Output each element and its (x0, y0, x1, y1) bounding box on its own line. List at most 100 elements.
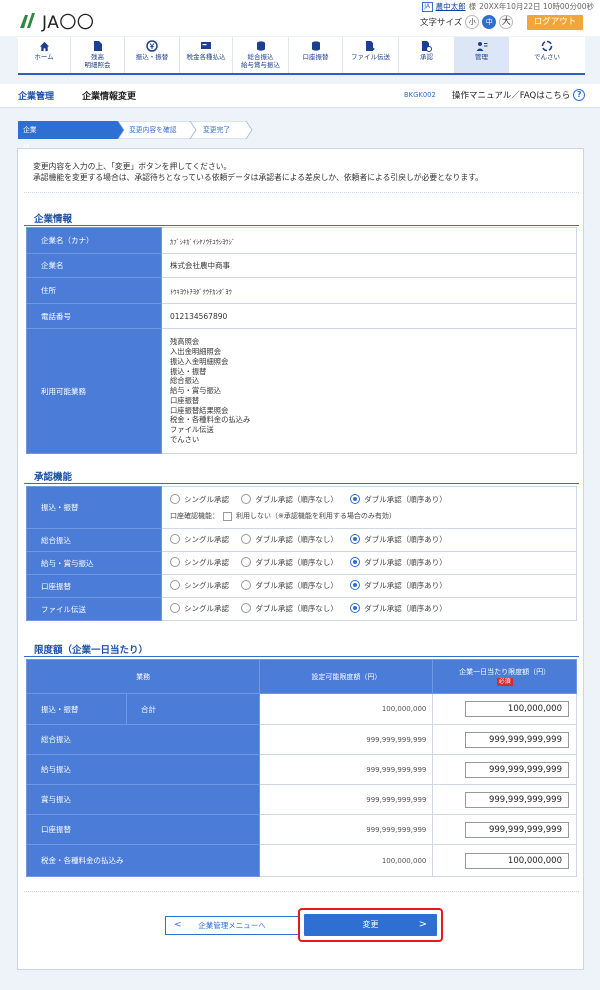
nav-label: 税金各種払込 (186, 53, 226, 61)
radio-circle (170, 494, 180, 505)
service-item: 総合振込 (170, 376, 200, 386)
radio-single[interactable]: シングル承認 (170, 603, 229, 614)
radio-single[interactable]: シングル承認 (170, 580, 229, 591)
max-amount: 999,999,999,999 (259, 724, 434, 755)
approval-options: シングル承認 ダブル承認（順序なし） ダブル承認（順序あり） (161, 574, 577, 598)
table-row: 総合振込 シングル承認 ダブル承認（順序なし） ダブル承認（順序あり） (26, 528, 577, 552)
approval-options: シングル承認 ダブル承認（順序なし） ダブル承認（順序あり） 口座確認機能： 利… (161, 486, 577, 529)
radio-double-ordered[interactable]: ダブル承認（順序あり） (350, 494, 447, 505)
radio-circle (170, 534, 180, 545)
chevron-right-icon: > (418, 919, 427, 930)
nav-debit[interactable]: 口座振替 (289, 37, 343, 73)
nav-label: 振込・振替 (135, 53, 169, 61)
table-row: 税金・各種料金の払込み 100,000,000 100,000,000 (25, 844, 577, 877)
row-label: 口座振替 (25, 814, 261, 845)
radio-circle (241, 534, 252, 545)
chevron-left-icon: < (174, 920, 182, 930)
limits-heading: 限度額（企業一日当たり） (34, 645, 149, 656)
title-bar: 企業管理 企業情報変更 BKGK002 操作マニュアル／FAQはこちら? (0, 84, 600, 108)
nav-home[interactable]: ホーム (18, 37, 71, 73)
nav-bulk-transfer[interactable]: 総合振込 給与賞与振込 (233, 37, 289, 73)
radio-label: ダブル承認（順序あり） (364, 494, 447, 504)
intro-line-1: 変更内容を入力の上、「変更」ボタンを押してください。 (33, 162, 232, 171)
nav-densai[interactable]: でんさい (509, 37, 585, 73)
confirm-check-label: 利用しない（※承認機能を利用する場合のみ有効） (236, 512, 396, 521)
logout-button[interactable]: ログアウト (527, 15, 583, 30)
ja-logo: JA〇〇 (18, 8, 94, 33)
nav-transfer[interactable]: 振込・振替 (125, 37, 180, 73)
services-list: 残高照会 入出金明細照会 振込入金明細照会 振込・振替 総合振込 給与・賞与振込… (161, 328, 577, 454)
daily-cell: 999,999,999,999 (432, 814, 577, 845)
row-sublabel: 合計 (125, 693, 261, 725)
intro-line-2: 承認機能を変更する場合は、承認待ちとなっている依頼データは承認者による差戻しか、… (33, 173, 483, 182)
radio-circle (350, 494, 361, 505)
daily-limit-input[interactable]: 100,000,000 (465, 852, 569, 869)
daily-cell: 999,999,999,999 (432, 754, 577, 785)
daily-limit-input[interactable]: 999,999,999,999 (465, 821, 569, 838)
radio-single[interactable]: シングル承認 (170, 557, 229, 568)
yen-coin-icon (146, 40, 158, 52)
daily-limit-input[interactable]: 999,999,999,999 (465, 761, 569, 778)
table-row: 振込・振替 シングル承認 ダブル承認（順序なし） ダブル承認（順序あり） 口座確… (26, 486, 577, 529)
service-item: 振込・振替 (170, 366, 207, 376)
step-2: 変更内容を確認 (129, 126, 177, 134)
radio-double-ordered[interactable]: ダブル承認（順序あり） (350, 580, 447, 591)
radio-double-unordered[interactable]: ダブル承認（順序なし） (241, 557, 338, 568)
font-size-control: 文字サイズ 小 中 大 (420, 15, 514, 29)
table-row: 企業名（カナ） ｶﾌﾞｼｷｶﾞｲｼﾔﾉｳﾁﾕｳｼﾖｳｼﾞ (26, 227, 577, 254)
table-row: 口座振替 999,999,999,999 999,999,999,999 (25, 814, 577, 845)
font-size-medium-button[interactable]: 中 (482, 15, 497, 29)
back-to-menu-button[interactable]: < 企業管理メニューへ (165, 916, 299, 935)
nav-label: でんさい (534, 53, 560, 61)
nav-label: ファイル伝送 (351, 53, 390, 61)
company-heading-line (24, 225, 579, 226)
radio-circle (350, 534, 361, 545)
radio-double-ordered[interactable]: ダブル承認（順序あり） (350, 603, 447, 614)
nav-label: 総合振込 給与賞与振込 (241, 53, 280, 69)
nav-approval[interactable]: 承認 (399, 37, 455, 73)
daily-limit-input[interactable]: 100,000,000 (465, 701, 569, 717)
service-item: 口座振替結果照会 (170, 405, 229, 415)
daily-cell: 100,000,000 (432, 693, 577, 725)
radio-double-unordered[interactable]: ダブル承認（順序なし） (241, 534, 338, 545)
user-name[interactable]: 農中太郎 (436, 1, 466, 12)
radio-double-ordered[interactable]: ダブル承認（順序あり） (350, 534, 447, 545)
radio-label: ダブル承認（順序なし） (255, 580, 338, 590)
approval-options: シングル承認 ダブル承認（順序なし） ダブル承認（順序あり） (161, 551, 577, 575)
company-phone: 012134567890 (161, 303, 577, 329)
radio-single[interactable]: シングル承認 (170, 534, 229, 545)
daily-limit-input[interactable]: 999,999,999,999 (465, 791, 569, 808)
limits-heading-line (24, 656, 579, 657)
col-daily-label: 企業一日当たり限度額（円） (459, 668, 551, 676)
radio-circle (170, 603, 180, 614)
row-label: 企業名（カナ） (26, 227, 162, 254)
confirm-checkbox[interactable] (223, 511, 232, 521)
daily-limit-input[interactable]: 999,999,999,999 (465, 731, 569, 748)
col-service: 業務 (25, 659, 261, 694)
radio-double-unordered[interactable]: ダブル承認（順序なし） (241, 580, 338, 591)
screen-code: BKGK002 (404, 91, 436, 99)
nav-file-transfer[interactable]: ファイル伝送 (343, 37, 399, 73)
nav-admin[interactable]: 管理 (455, 37, 509, 73)
submit-change-button[interactable]: 変更 > (304, 914, 437, 936)
font-size-large-button[interactable]: 大 (499, 15, 514, 29)
divider (24, 891, 579, 892)
approval-icon (422, 41, 432, 52)
radio-circle (170, 580, 180, 591)
nav-balance[interactable]: 残高 明細照会 (71, 37, 125, 73)
radio-single[interactable]: シングル承認 (170, 494, 229, 505)
font-size-small-button[interactable]: 小 (465, 15, 480, 29)
radio-double-unordered[interactable]: ダブル承認（順序なし） (241, 494, 338, 505)
home-icon (39, 41, 49, 51)
radio-double-unordered[interactable]: ダブル承認（順序なし） (241, 603, 338, 614)
approval-options: シングル承認 ダブル承認（順序なし） ダブル承認（順序あり） (161, 597, 577, 621)
radio-circle (241, 603, 252, 614)
radio-double-ordered[interactable]: ダブル承認（順序あり） (350, 557, 447, 568)
help-link[interactable]: 操作マニュアル／FAQはこちら? (452, 89, 586, 101)
user-icon: JA (421, 1, 433, 12)
radio-label: シングル承認 (184, 580, 229, 590)
radio-circle (170, 557, 180, 568)
row-label: 総合振込 (25, 724, 261, 755)
nav-tax[interactable]: 税金各種払込 (180, 37, 233, 73)
col-max: 設定可能限度額（円） (259, 659, 434, 694)
